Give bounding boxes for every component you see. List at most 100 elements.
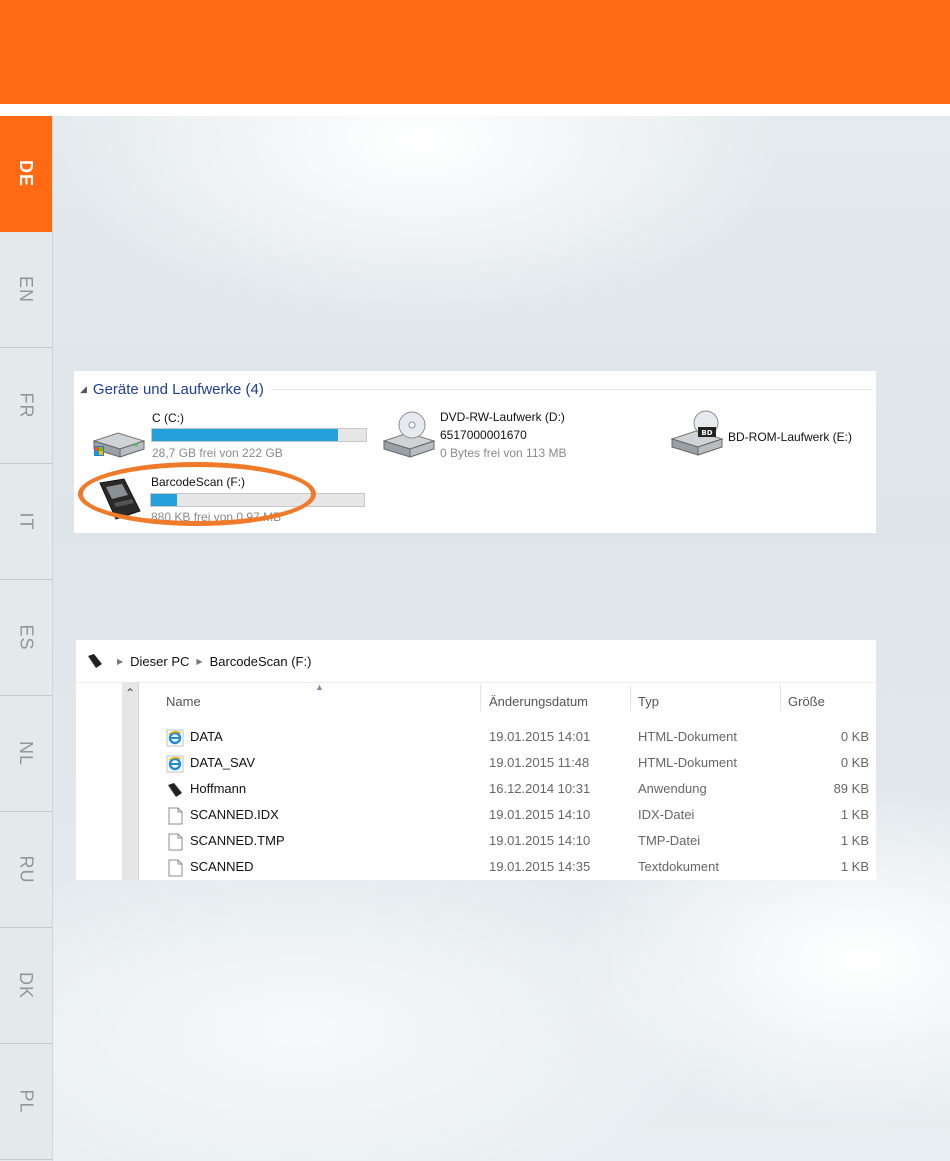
breadcrumb-barcodescan[interactable]: BarcodeScan (F:) (210, 654, 312, 669)
drive-f-usage-bar (150, 493, 365, 507)
language-label: EN (16, 275, 37, 304)
drive-d[interactable]: DVD-RW-Laufwerk (D:) 6517000001670 0 Byt… (378, 407, 598, 463)
language-label: PL (16, 1089, 37, 1114)
drive-c[interactable]: C (C:) 28,7 GB frei von 222 GB (88, 411, 368, 461)
navigation-scrollbar[interactable]: ⌃ (122, 682, 139, 880)
dvd-drive-icon (382, 411, 436, 458)
language-label: DE (16, 159, 37, 188)
scroll-up-icon[interactable]: ⌃ (122, 686, 138, 700)
file-row[interactable]: SCANNED.TMP 19.01.2015 14:10 TMP-Datei 1 KB (166, 829, 876, 855)
file-icon (166, 833, 184, 851)
file-size: 1 KB (840, 859, 869, 874)
drive-e-name: BD-ROM-Laufwerk (E:) (728, 430, 853, 444)
breadcrumb-separator-icon: ▶ (196, 656, 203, 666)
devices-group-title: Geräte und Laufwerke (4) (92, 380, 264, 398)
banner-divider (0, 104, 950, 116)
barcode-scanner-icon (99, 478, 141, 520)
drive-f[interactable]: BarcodeScan (F:) 880 KB frei von 0,97 MB (94, 471, 369, 525)
file-size: 89 KB (833, 781, 869, 796)
file-type: HTML-Dokument (638, 755, 737, 770)
breadcrumb-dieser-pc[interactable]: Dieser PC (130, 654, 189, 669)
file-date: 19.01.2015 14:10 (489, 807, 591, 822)
column-header-name[interactable]: Name (166, 694, 201, 709)
file-name: Hoffmann (190, 781, 247, 796)
file-date: 19.01.2015 14:01 (489, 729, 591, 744)
scanner-location-icon (88, 654, 102, 668)
language-tab-it[interactable]: IT (0, 464, 52, 580)
file-type: TMP-Datei (638, 833, 701, 848)
ie-html-icon (166, 729, 184, 747)
file-name: SCANNED.TMP (190, 833, 285, 848)
bd-rom-drive-icon: BD (670, 410, 724, 456)
language-label: DK (16, 971, 37, 1000)
language-sidebar: DE EN FR IT ES NL RU DK PL (0, 116, 53, 1161)
file-size: 0 KB (840, 755, 869, 770)
collapse-arrow-icon[interactable]: ◢ (80, 384, 87, 395)
language-label: IT (16, 512, 37, 531)
drive-f-usage-fill (151, 494, 177, 506)
column-header-date[interactable]: Änderungsdatum (489, 694, 588, 709)
svg-text:BD: BD (701, 429, 712, 437)
devices-group-header[interactable]: ◢ Geräte und Laufwerke (4) (80, 380, 872, 398)
file-row[interactable]: Hoffmann 16.12.2014 10:31 Anwendung 89 KB (166, 777, 876, 803)
hard-drive-icon (92, 432, 146, 458)
file-date: 19.01.2015 14:10 (489, 833, 591, 848)
drive-c-free-space: 28,7 GB frei von 222 GB (152, 446, 283, 460)
file-row[interactable]: SCANNED.IDX 19.01.2015 14:10 IDX-Datei 1 KB (166, 803, 876, 829)
column-header-size[interactable]: Größe (788, 694, 825, 709)
sort-ascending-icon: ▲ (315, 682, 324, 692)
drive-d-label: 6517000001670 (440, 428, 527, 442)
file-type: IDX-Datei (638, 807, 695, 822)
language-tab-ru[interactable]: RU (0, 812, 52, 928)
column-header-type[interactable]: Typ (638, 694, 659, 709)
drive-c-usage-fill (152, 429, 339, 441)
file-icon (166, 807, 184, 825)
language-tab-es[interactable]: ES (0, 580, 52, 696)
language-tab-de[interactable]: DE (0, 116, 52, 232)
devices-and-drives-panel: ◢ Geräte und Laufwerke (4) C (C:) 28,7 G… (74, 371, 876, 533)
language-tab-fr[interactable]: FR (0, 348, 52, 464)
ie-html-icon (166, 755, 184, 773)
file-date: 16.12.2014 10:31 (489, 781, 591, 796)
language-label: NL (16, 740, 37, 767)
file-name: DATA_SAV (190, 755, 256, 770)
column-divider[interactable] (630, 685, 631, 711)
scanner-app-icon (166, 781, 184, 799)
file-size: 0 KB (840, 729, 869, 744)
file-date: 19.01.2015 14:35 (489, 859, 591, 874)
group-divider (271, 388, 872, 390)
drive-f-free-space: 880 KB frei von 0,97 MB (151, 510, 282, 524)
file-explorer-panel: ▶ Dieser PC ▶ BarcodeScan (F:) ⌃ Name ▲ … (76, 640, 876, 880)
language-tab-dk[interactable]: DK (0, 928, 52, 1044)
file-row[interactable]: DATA 19.01.2015 14:01 HTML-Dokument 0 KB (166, 725, 876, 751)
file-type: Textdokument (638, 859, 719, 874)
drive-c-usage-bar (151, 428, 367, 442)
file-icon (166, 859, 184, 877)
file-size: 1 KB (840, 807, 869, 822)
language-tab-en[interactable]: EN (0, 232, 52, 348)
drive-f-name: BarcodeScan (F:) (151, 475, 246, 489)
language-label: ES (16, 624, 37, 651)
breadcrumb-separator-icon: ▶ (117, 656, 124, 666)
language-tab-nl[interactable]: NL (0, 696, 52, 812)
file-size: 1 KB (840, 833, 869, 848)
column-divider[interactable] (780, 685, 781, 711)
drive-d-name: DVD-RW-Laufwerk (D:) (440, 410, 565, 424)
column-divider[interactable] (480, 685, 481, 711)
top-banner (0, 0, 950, 104)
file-name: DATA (190, 729, 223, 744)
address-bar[interactable]: ▶ Dieser PC ▶ BarcodeScan (F:) (76, 640, 876, 683)
file-row[interactable]: SCANNED 19.01.2015 14:35 Textdokument 1 KB (166, 855, 876, 881)
drive-c-name: C (C:) (152, 411, 184, 425)
language-tab-pl[interactable]: PL (0, 1044, 52, 1160)
language-label: RU (16, 855, 37, 884)
drive-d-free-space: 0 Bytes frei von 113 MB (440, 446, 567, 460)
language-label: FR (16, 392, 37, 419)
file-type: HTML-Dokument (638, 729, 737, 744)
drive-e[interactable]: BD BD-ROM-Laufwerk (E:) (668, 405, 873, 461)
file-name: SCANNED.IDX (190, 807, 279, 822)
file-row[interactable]: DATA_SAV 19.01.2015 11:48 HTML-Dokument 0 K… (166, 751, 876, 777)
file-name: SCANNED (190, 859, 254, 874)
file-type: Anwendung (638, 781, 707, 796)
file-date: 19.01.2015 11:48 (489, 755, 590, 770)
